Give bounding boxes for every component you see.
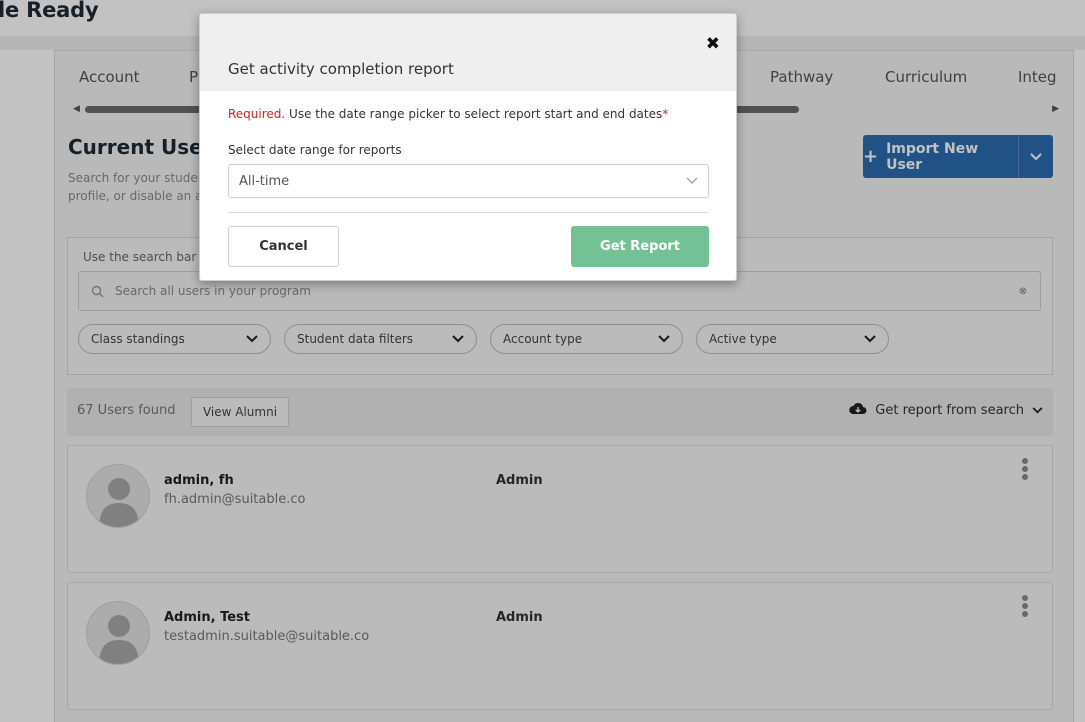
- required-note: Required. Use the date range picker to s…: [228, 107, 668, 121]
- date-range-label: Select date range for reports: [228, 143, 402, 157]
- required-text: Use the date range picker to select repo…: [285, 107, 663, 121]
- get-report-button[interactable]: Get Report: [571, 226, 709, 267]
- required-word: Required.: [228, 107, 286, 121]
- required-star: *: [662, 107, 669, 121]
- chevron-down-icon: [686, 174, 698, 189]
- modal-divider: [228, 212, 709, 213]
- report-modal: Get activity completion report ✖ Require…: [199, 13, 737, 281]
- close-icon[interactable]: ✖: [706, 34, 720, 54]
- cancel-button[interactable]: Cancel: [228, 226, 339, 267]
- modal-title: Get activity completion report: [228, 60, 454, 78]
- date-range-value: All-time: [239, 173, 290, 189]
- date-range-select[interactable]: All-time: [228, 164, 709, 198]
- modal-header: Get activity completion report ✖: [200, 14, 736, 91]
